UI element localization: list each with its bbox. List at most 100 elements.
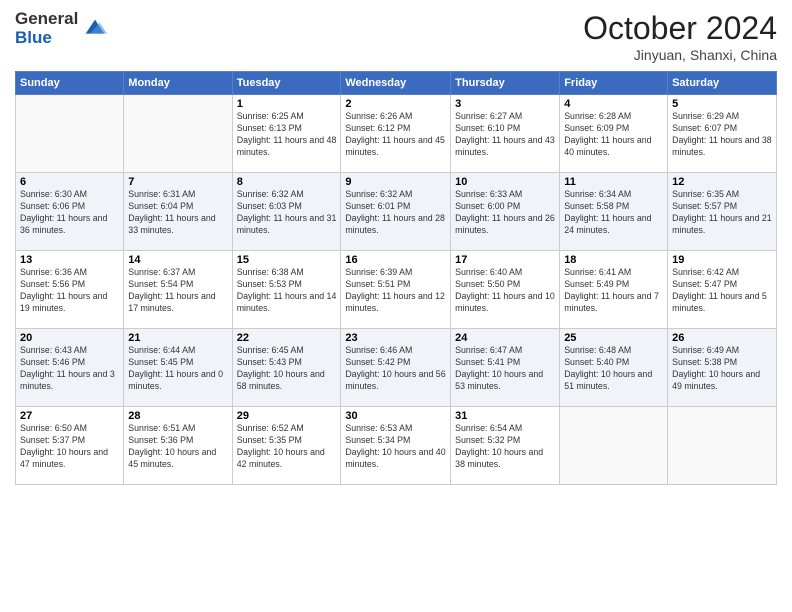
- col-thursday: Thursday: [451, 72, 560, 95]
- day-info: Sunrise: 6:38 AM Sunset: 5:53 PM Dayligh…: [237, 267, 337, 315]
- day-number: 27: [20, 410, 119, 422]
- table-row: 1Sunrise: 6:25 AM Sunset: 6:13 PM Daylig…: [232, 95, 341, 173]
- day-number: 11: [564, 176, 663, 188]
- day-number: 26: [672, 332, 772, 344]
- logo-blue: Blue: [15, 29, 78, 48]
- table-row: 6Sunrise: 6:30 AM Sunset: 6:06 PM Daylig…: [16, 173, 124, 251]
- table-row: 14Sunrise: 6:37 AM Sunset: 5:54 PM Dayli…: [124, 251, 232, 329]
- calendar-week-row: 1Sunrise: 6:25 AM Sunset: 6:13 PM Daylig…: [16, 95, 777, 173]
- day-number: 17: [455, 254, 555, 266]
- table-row: [124, 95, 232, 173]
- day-number: 2: [345, 98, 446, 110]
- calendar-week-row: 6Sunrise: 6:30 AM Sunset: 6:06 PM Daylig…: [16, 173, 777, 251]
- col-wednesday: Wednesday: [341, 72, 451, 95]
- table-row: 26Sunrise: 6:49 AM Sunset: 5:38 PM Dayli…: [668, 329, 777, 407]
- calendar-week-row: 13Sunrise: 6:36 AM Sunset: 5:56 PM Dayli…: [16, 251, 777, 329]
- table-row: 22Sunrise: 6:45 AM Sunset: 5:43 PM Dayli…: [232, 329, 341, 407]
- logo-icon: [81, 15, 109, 43]
- day-info: Sunrise: 6:29 AM Sunset: 6:07 PM Dayligh…: [672, 111, 772, 159]
- header: General Blue October 2024 Jinyuan, Shanx…: [15, 10, 777, 63]
- col-saturday: Saturday: [668, 72, 777, 95]
- table-row: 23Sunrise: 6:46 AM Sunset: 5:42 PM Dayli…: [341, 329, 451, 407]
- day-number: 29: [237, 410, 337, 422]
- table-row: 3Sunrise: 6:27 AM Sunset: 6:10 PM Daylig…: [451, 95, 560, 173]
- day-info: Sunrise: 6:43 AM Sunset: 5:46 PM Dayligh…: [20, 345, 119, 393]
- day-info: Sunrise: 6:48 AM Sunset: 5:40 PM Dayligh…: [564, 345, 663, 393]
- day-info: Sunrise: 6:27 AM Sunset: 6:10 PM Dayligh…: [455, 111, 555, 159]
- table-row: 21Sunrise: 6:44 AM Sunset: 5:45 PM Dayli…: [124, 329, 232, 407]
- table-row: 16Sunrise: 6:39 AM Sunset: 5:51 PM Dayli…: [341, 251, 451, 329]
- day-number: 9: [345, 176, 446, 188]
- table-row: [16, 95, 124, 173]
- day-info: Sunrise: 6:54 AM Sunset: 5:32 PM Dayligh…: [455, 423, 555, 471]
- col-tuesday: Tuesday: [232, 72, 341, 95]
- day-number: 15: [237, 254, 337, 266]
- day-info: Sunrise: 6:34 AM Sunset: 5:58 PM Dayligh…: [564, 189, 663, 237]
- table-row: 5Sunrise: 6:29 AM Sunset: 6:07 PM Daylig…: [668, 95, 777, 173]
- calendar-week-row: 20Sunrise: 6:43 AM Sunset: 5:46 PM Dayli…: [16, 329, 777, 407]
- day-number: 20: [20, 332, 119, 344]
- day-info: Sunrise: 6:45 AM Sunset: 5:43 PM Dayligh…: [237, 345, 337, 393]
- day-number: 31: [455, 410, 555, 422]
- day-info: Sunrise: 6:36 AM Sunset: 5:56 PM Dayligh…: [20, 267, 119, 315]
- day-info: Sunrise: 6:51 AM Sunset: 5:36 PM Dayligh…: [128, 423, 227, 471]
- day-info: Sunrise: 6:49 AM Sunset: 5:38 PM Dayligh…: [672, 345, 772, 393]
- day-number: 1: [237, 98, 337, 110]
- day-number: 23: [345, 332, 446, 344]
- day-number: 6: [20, 176, 119, 188]
- day-number: 4: [564, 98, 663, 110]
- logo-general: General: [15, 10, 78, 29]
- day-info: Sunrise: 6:35 AM Sunset: 5:57 PM Dayligh…: [672, 189, 772, 237]
- day-number: 14: [128, 254, 227, 266]
- table-row: 15Sunrise: 6:38 AM Sunset: 5:53 PM Dayli…: [232, 251, 341, 329]
- location: Jinyuan, Shanxi, China: [583, 47, 777, 63]
- table-row: 25Sunrise: 6:48 AM Sunset: 5:40 PM Dayli…: [560, 329, 668, 407]
- day-number: 18: [564, 254, 663, 266]
- day-info: Sunrise: 6:33 AM Sunset: 6:00 PM Dayligh…: [455, 189, 555, 237]
- day-number: 5: [672, 98, 772, 110]
- logo: General Blue: [15, 10, 109, 47]
- day-info: Sunrise: 6:47 AM Sunset: 5:41 PM Dayligh…: [455, 345, 555, 393]
- col-monday: Monday: [124, 72, 232, 95]
- day-number: 8: [237, 176, 337, 188]
- day-number: 10: [455, 176, 555, 188]
- table-row: 18Sunrise: 6:41 AM Sunset: 5:49 PM Dayli…: [560, 251, 668, 329]
- day-info: Sunrise: 6:31 AM Sunset: 6:04 PM Dayligh…: [128, 189, 227, 237]
- table-row: 9Sunrise: 6:32 AM Sunset: 6:01 PM Daylig…: [341, 173, 451, 251]
- month-title: October 2024: [583, 10, 777, 47]
- day-number: 19: [672, 254, 772, 266]
- day-number: 13: [20, 254, 119, 266]
- day-info: Sunrise: 6:26 AM Sunset: 6:12 PM Dayligh…: [345, 111, 446, 159]
- table-row: [668, 407, 777, 485]
- table-row: 29Sunrise: 6:52 AM Sunset: 5:35 PM Dayli…: [232, 407, 341, 485]
- table-row: 20Sunrise: 6:43 AM Sunset: 5:46 PM Dayli…: [16, 329, 124, 407]
- calendar-table: Sunday Monday Tuesday Wednesday Thursday…: [15, 71, 777, 485]
- day-number: 28: [128, 410, 227, 422]
- table-row: 27Sunrise: 6:50 AM Sunset: 5:37 PM Dayli…: [16, 407, 124, 485]
- col-friday: Friday: [560, 72, 668, 95]
- day-info: Sunrise: 6:44 AM Sunset: 5:45 PM Dayligh…: [128, 345, 227, 393]
- calendar-header-row: Sunday Monday Tuesday Wednesday Thursday…: [16, 72, 777, 95]
- day-info: Sunrise: 6:46 AM Sunset: 5:42 PM Dayligh…: [345, 345, 446, 393]
- day-info: Sunrise: 6:50 AM Sunset: 5:37 PM Dayligh…: [20, 423, 119, 471]
- table-row: 12Sunrise: 6:35 AM Sunset: 5:57 PM Dayli…: [668, 173, 777, 251]
- table-row: 8Sunrise: 6:32 AM Sunset: 6:03 PM Daylig…: [232, 173, 341, 251]
- table-row: 19Sunrise: 6:42 AM Sunset: 5:47 PM Dayli…: [668, 251, 777, 329]
- col-sunday: Sunday: [16, 72, 124, 95]
- day-info: Sunrise: 6:42 AM Sunset: 5:47 PM Dayligh…: [672, 267, 772, 315]
- day-number: 30: [345, 410, 446, 422]
- table-row: 10Sunrise: 6:33 AM Sunset: 6:00 PM Dayli…: [451, 173, 560, 251]
- title-block: October 2024 Jinyuan, Shanxi, China: [583, 10, 777, 63]
- day-info: Sunrise: 6:52 AM Sunset: 5:35 PM Dayligh…: [237, 423, 337, 471]
- day-info: Sunrise: 6:39 AM Sunset: 5:51 PM Dayligh…: [345, 267, 446, 315]
- day-info: Sunrise: 6:32 AM Sunset: 6:03 PM Dayligh…: [237, 189, 337, 237]
- day-info: Sunrise: 6:25 AM Sunset: 6:13 PM Dayligh…: [237, 111, 337, 159]
- table-row: 2Sunrise: 6:26 AM Sunset: 6:12 PM Daylig…: [341, 95, 451, 173]
- table-row: 17Sunrise: 6:40 AM Sunset: 5:50 PM Dayli…: [451, 251, 560, 329]
- table-row: 13Sunrise: 6:36 AM Sunset: 5:56 PM Dayli…: [16, 251, 124, 329]
- table-row: 30Sunrise: 6:53 AM Sunset: 5:34 PM Dayli…: [341, 407, 451, 485]
- day-info: Sunrise: 6:28 AM Sunset: 6:09 PM Dayligh…: [564, 111, 663, 159]
- day-info: Sunrise: 6:32 AM Sunset: 6:01 PM Dayligh…: [345, 189, 446, 237]
- day-number: 25: [564, 332, 663, 344]
- day-number: 16: [345, 254, 446, 266]
